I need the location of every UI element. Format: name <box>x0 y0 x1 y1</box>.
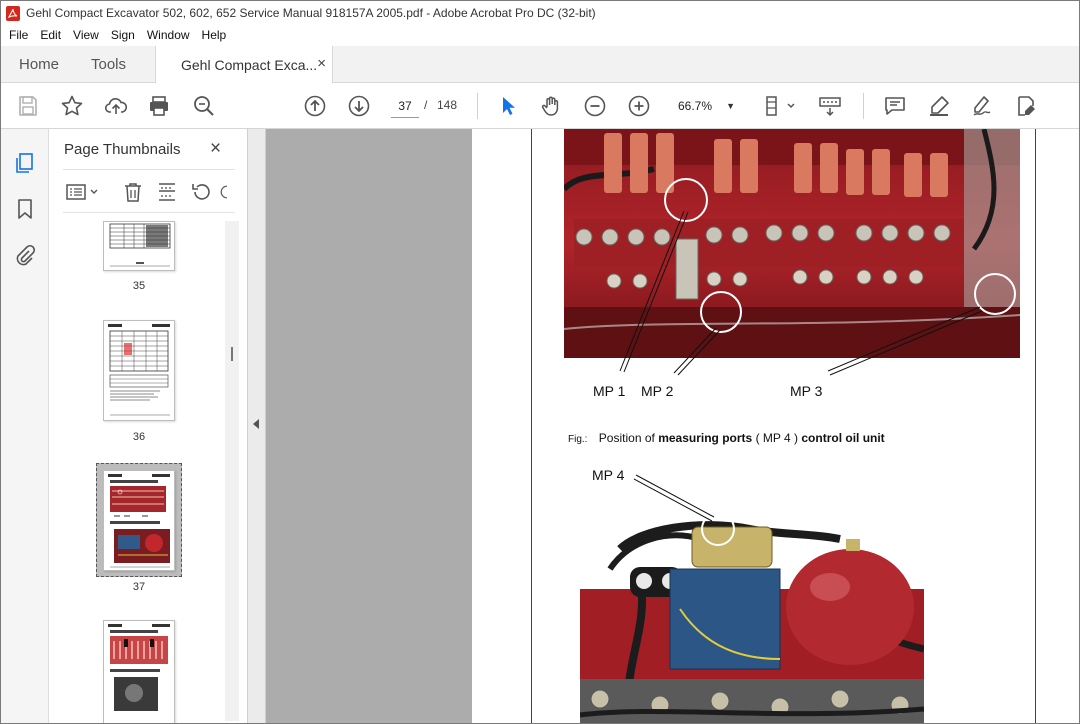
tab-tools[interactable]: Tools <box>91 46 126 83</box>
caption-text-3: ( MP 4 ) <box>755 431 799 445</box>
document-tab[interactable]: Gehl Compact Exca... × <box>155 46 333 83</box>
menu-bar: File Edit View Sign Window Help <box>1 25 1079 46</box>
menu-sign[interactable]: Sign <box>105 25 141 46</box>
main-toolbar: 37 / 148 66.7% ▼ <box>1 83 1079 129</box>
zoom-out-icon[interactable] <box>582 93 608 119</box>
print-icon[interactable] <box>146 93 172 119</box>
zoom-in-icon[interactable] <box>626 93 652 119</box>
hand-tool-icon[interactable] <box>538 93 564 119</box>
document-viewport[interactable]: MP 1 MP 2 MP 3 Fig.: Position of measuri… <box>266 129 1079 723</box>
save-icon[interactable] <box>15 93 41 119</box>
document-tab-label: Gehl Compact Exca... <box>181 57 318 73</box>
bookmarks-icon[interactable] <box>13 197 37 221</box>
page-37-preview <box>108 474 170 568</box>
figure-caption: Fig.: Position of measuring ports ( MP 4… <box>568 431 885 445</box>
page-number-input[interactable]: 37 <box>391 94 419 118</box>
toolbar-divider <box>863 93 864 119</box>
comment-icon[interactable] <box>882 93 908 119</box>
pdf-page: MP 1 MP 2 MP 3 Fig.: Position of measuri… <box>531 129 1036 723</box>
bookmark-star-icon[interactable] <box>59 93 85 119</box>
rotate-left-icon[interactable] <box>189 180 213 204</box>
thumbnail-toolbar <box>63 169 235 213</box>
rotate-right-icon[interactable] <box>219 180 235 204</box>
menu-file[interactable]: File <box>1 25 34 46</box>
caption-text-4: control oil unit <box>801 431 885 445</box>
thumbnail-scrollbar[interactable] <box>225 221 239 721</box>
chevron-down-icon: ▼ <box>726 101 735 111</box>
read-mode-icon[interactable] <box>817 93 843 119</box>
highlight-pen-icon[interactable] <box>926 93 952 119</box>
callout-mp2: MP 2 <box>641 383 674 399</box>
panel-title: Page Thumbnails <box>64 141 181 158</box>
acrobat-window: Gehl Compact Excavator 502, 602, 652 Ser… <box>0 0 1080 724</box>
previous-page-icon[interactable] <box>302 93 328 119</box>
thumbnail-label: 36 <box>132 431 146 443</box>
tab-bar: Home Tools Gehl Compact Exca... × <box>1 46 1079 83</box>
title-bar: Gehl Compact Excavator 502, 602, 652 Ser… <box>1 1 1079 25</box>
close-tab-icon[interactable]: × <box>317 55 326 73</box>
sign-pen-icon[interactable] <box>969 93 995 119</box>
thumbnail-options-icon[interactable] <box>65 180 101 204</box>
panel-splitter[interactable] <box>248 129 266 723</box>
thumbnail-page-38[interactable] <box>103 620 175 723</box>
page-thumbnails-panel: Page Thumbnails × 35 36 37 <box>49 129 248 723</box>
thumbnail-page-36[interactable] <box>103 320 175 421</box>
caption-text-1: Position of <box>598 431 655 445</box>
select-cursor-icon[interactable] <box>495 93 521 119</box>
page-38-preview <box>108 624 170 711</box>
tab-home[interactable]: Home <box>19 46 59 83</box>
page-35-preview <box>109 223 171 267</box>
callout-mp1: MP 1 <box>593 383 626 399</box>
toolbar-divider <box>477 93 478 119</box>
thumbnail-page-35[interactable] <box>103 221 175 271</box>
menu-window[interactable]: Window <box>141 25 196 46</box>
thumbnail-page-37[interactable] <box>103 470 175 571</box>
attachments-paperclip-icon[interactable] <box>13 243 37 267</box>
window-title: Gehl Compact Excavator 502, 602, 652 Ser… <box>26 6 596 20</box>
delete-trash-icon[interactable] <box>121 180 145 204</box>
acrobat-icon <box>6 5 20 21</box>
collapse-panel-arrow-icon[interactable] <box>253 419 259 429</box>
total-pages: 148 <box>437 98 458 112</box>
page-36-preview <box>108 324 170 416</box>
adjacent-page-gray-area <box>266 129 472 723</box>
close-panel-icon[interactable]: × <box>210 138 221 160</box>
menu-view[interactable]: View <box>67 25 105 46</box>
zoom-search-icon[interactable] <box>191 93 217 119</box>
next-page-icon[interactable] <box>346 93 372 119</box>
page-separator: / <box>424 98 428 112</box>
control-oil-unit-photo <box>580 509 924 723</box>
navigation-rail <box>1 129 49 723</box>
zoom-level-dropdown[interactable]: 66.7% ▼ <box>668 94 741 118</box>
upload-cloud-icon[interactable] <box>103 93 129 119</box>
page-fit-icon[interactable] <box>763 93 799 119</box>
menu-edit[interactable]: Edit <box>34 25 67 46</box>
menu-help[interactable]: Help <box>196 25 233 46</box>
caption-fig-label: Fig.: <box>568 434 588 445</box>
callout-mp3: MP 3 <box>790 383 823 399</box>
scrollbar-grip[interactable] <box>231 347 233 361</box>
extract-pages-icon[interactable] <box>155 180 179 204</box>
thumbnail-label: 35 <box>132 280 146 292</box>
fill-sign-icon[interactable] <box>1013 93 1039 119</box>
caption-text-2: measuring ports <box>658 431 753 445</box>
callout-mp4-leader <box>633 474 715 522</box>
thumbnail-label: 37 <box>132 581 146 593</box>
page-thumbnails-icon[interactable] <box>13 151 37 175</box>
zoom-level-value: 66.7% <box>678 99 713 113</box>
